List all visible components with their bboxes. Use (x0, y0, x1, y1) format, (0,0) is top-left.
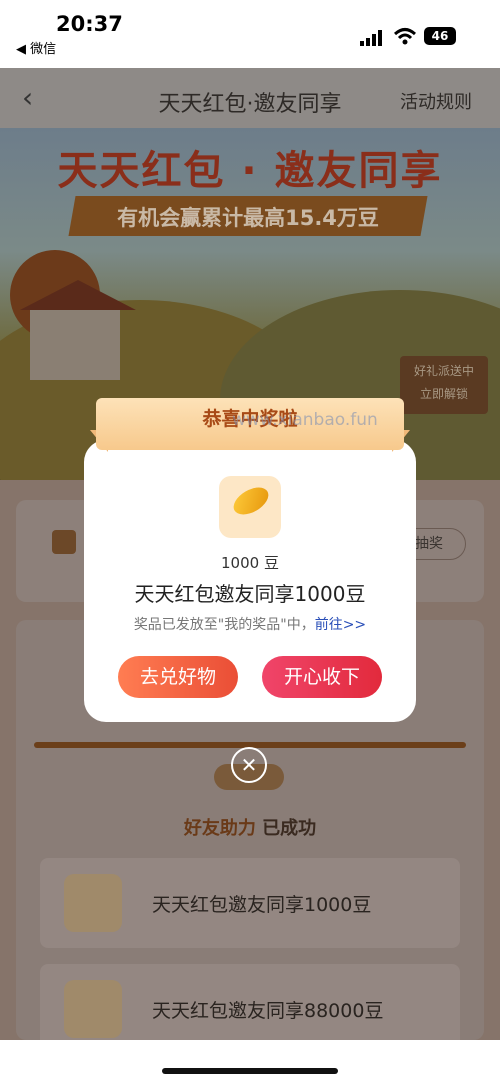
house-roof-decoration (20, 280, 136, 310)
accept-button[interactable]: 开心收下 (262, 656, 382, 698)
signpost[interactable]: 好礼派送中 立即解锁 (400, 356, 488, 414)
rules-link[interactable]: 活动规则 (400, 88, 472, 114)
sign-line-1: 好礼派送中 (413, 364, 474, 378)
battery-icon: 46 (424, 27, 456, 45)
calendar-icon (52, 530, 76, 554)
bottom-bar (0, 1040, 500, 1084)
home-indicator[interactable] (162, 1068, 338, 1074)
friends-title-suffix: 已成功 (262, 818, 317, 839)
friends-section-title: 好友助力 已成功 (0, 814, 500, 840)
back-to-app-link[interactable]: ◀ 微信 (16, 38, 56, 57)
prize-notice: 奖品已发放至"我的奖品"中，前往>> (0, 614, 500, 634)
house-decoration (30, 310, 120, 380)
list-item: 天天红包邀友同享1000豆 (40, 858, 460, 948)
close-icon[interactable]: ✕ (231, 747, 267, 783)
hero-subtitle: 有机会赢累计最高15.4万豆 (117, 206, 379, 230)
status-time: 20:37 (56, 12, 123, 36)
bean-icon (64, 980, 122, 1038)
exchange-button[interactable]: 去兑好物 (118, 656, 238, 698)
signal-icon (360, 30, 382, 46)
wifi-icon (393, 28, 417, 45)
list-item-label: 天天红包邀友同享88000豆 (152, 1000, 384, 1022)
prize-amount: 1000 豆 (221, 554, 279, 572)
hero-title: 天天红包 · 邀友同享 (57, 148, 443, 194)
watermark: www.xianbao.fun (232, 410, 378, 430)
prize-name: 天天红包邀友同享1000豆 (134, 582, 366, 606)
notice-text: 奖品已发放至"我的奖品"中， (133, 617, 315, 633)
sign-line-2: 立即解锁 (419, 387, 468, 401)
bean-icon (64, 874, 122, 932)
go-to-prizes-link[interactable]: 前往>> (315, 617, 366, 633)
friends-title-prefix: 好友助力 (183, 818, 256, 839)
list-item-label: 天天红包邀友同享1000豆 (152, 894, 372, 916)
